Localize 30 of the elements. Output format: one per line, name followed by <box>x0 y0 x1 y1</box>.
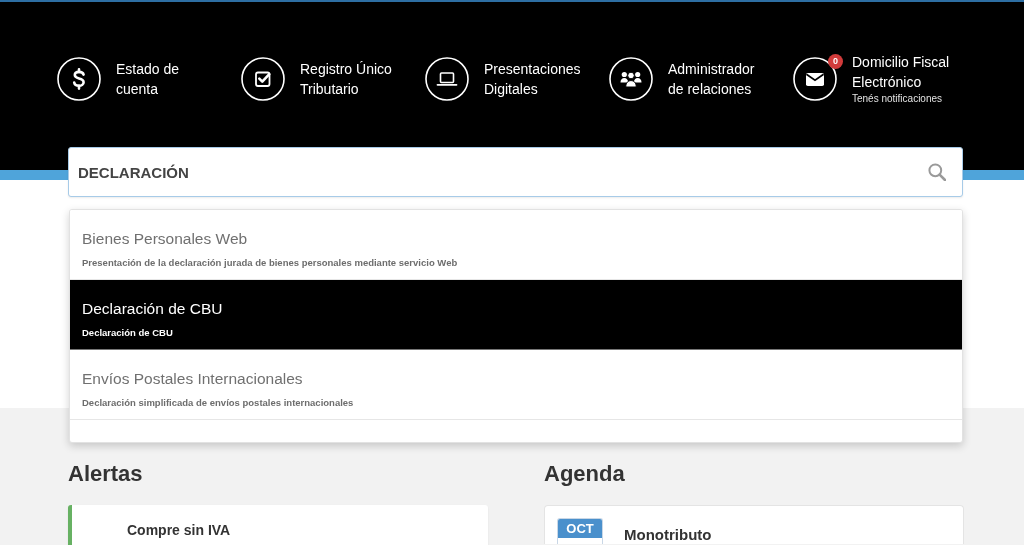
dollar-icon <box>57 56 101 101</box>
suggestion-title: Declaración de CBU <box>82 300 224 318</box>
agenda-card[interactable]: OCT Monotributo <box>544 505 964 544</box>
alert-card[interactable]: Compre sin IVA <box>68 505 488 545</box>
suggestion-option[interactable]: Bienes Personales Web Presentación de la declaración jurada de bienes personales mediante servicio Web <box>70 210 962 280</box>
checkbox-icon <box>241 56 285 101</box>
suggestion-description: Declaración simplificada de envíos postales internacionales <box>82 397 355 409</box>
notification-hint: Tenés notificaciones <box>852 92 944 105</box>
suggestion-option[interactable]: Envíos Postales Internacionales Declaración simplificada de envíos postales internacionales <box>70 350 962 420</box>
header-link[interactable]: 0 Domicilio Fiscal Electrónico Tenés notificaciones <box>793 52 977 105</box>
event-title: Monotributo <box>624 526 712 544</box>
suggestion-title: Envíos Postales Internacionales <box>82 370 304 388</box>
alert-title: Compre sin IVA <box>127 522 232 539</box>
header-link[interactable]: Registro Único Tributario <box>241 52 425 105</box>
search-field[interactable]: DECLARACIÓN <box>68 147 963 197</box>
header-link[interactable]: Administrador de relaciones <box>609 52 793 105</box>
section-heading: Alertas <box>68 460 144 488</box>
laptop-icon <box>425 56 469 101</box>
search-icon[interactable] <box>928 163 946 181</box>
header-link[interactable]: Estado de cuenta <box>57 52 241 105</box>
suggestion-option[interactable]: Declaración de CBU Declaración de CBU <box>70 280 962 350</box>
header-link[interactable]: Presentaciones Digitales <box>425 52 609 105</box>
suggestion-description: Presentación de la declaración jurada de bienes personales mediante servicio Web <box>82 257 459 269</box>
section-heading: Agenda <box>544 460 626 488</box>
people-icon <box>609 56 653 101</box>
envelope-icon <box>793 56 837 101</box>
calendar-month: OCT <box>558 519 602 538</box>
suggestion-title: Bienes Personales Web <box>82 230 249 248</box>
notification-count: 0 <box>828 53 843 69</box>
suggestion-description: Declaración de CBU <box>82 327 174 339</box>
